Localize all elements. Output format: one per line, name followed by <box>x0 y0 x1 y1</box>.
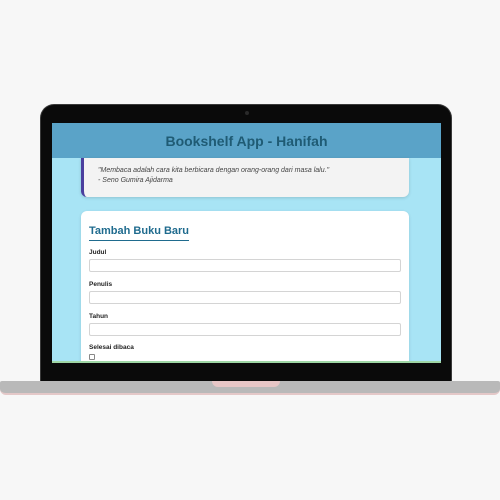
author-input[interactable] <box>89 291 401 304</box>
add-book-form: Tambah Buku Baru Judul Penulis Tahun Sel… <box>81 211 409 363</box>
form-title: Tambah Buku Baru <box>89 225 190 241</box>
camera-icon <box>245 111 249 115</box>
laptop-notch <box>212 381 280 387</box>
year-label: Tahun <box>89 313 109 320</box>
app-title: Bookshelf App - Hanifah <box>165 132 328 149</box>
title-input[interactable] <box>89 259 401 272</box>
title-label: Judul <box>89 249 107 256</box>
finished-reading-checkbox[interactable] <box>89 354 95 360</box>
quote-author: - Seno Gumira Ajidarma <box>98 177 173 184</box>
quote-text: "Membaca adalah cara kita berbicara deng… <box>98 167 330 174</box>
year-input[interactable] <box>89 323 401 336</box>
laptop-base <box>0 381 500 395</box>
author-label: Penulis <box>89 281 113 288</box>
laptop-screen: Bookshelf App - Hanifah "Membaca adalah … <box>52 123 441 363</box>
laptop-mockup: Bookshelf App - Hanifah "Membaca adalah … <box>0 0 500 500</box>
app-header: Bookshelf App - Hanifah <box>52 123 441 158</box>
finished-reading-label: Selesai dibaca <box>89 344 134 351</box>
laptop-lid: Bookshelf App - Hanifah "Membaca adalah … <box>40 104 452 386</box>
screen-bottom-edge <box>52 361 441 363</box>
quote-card: "Membaca adalah cara kita berbicara deng… <box>81 158 409 197</box>
